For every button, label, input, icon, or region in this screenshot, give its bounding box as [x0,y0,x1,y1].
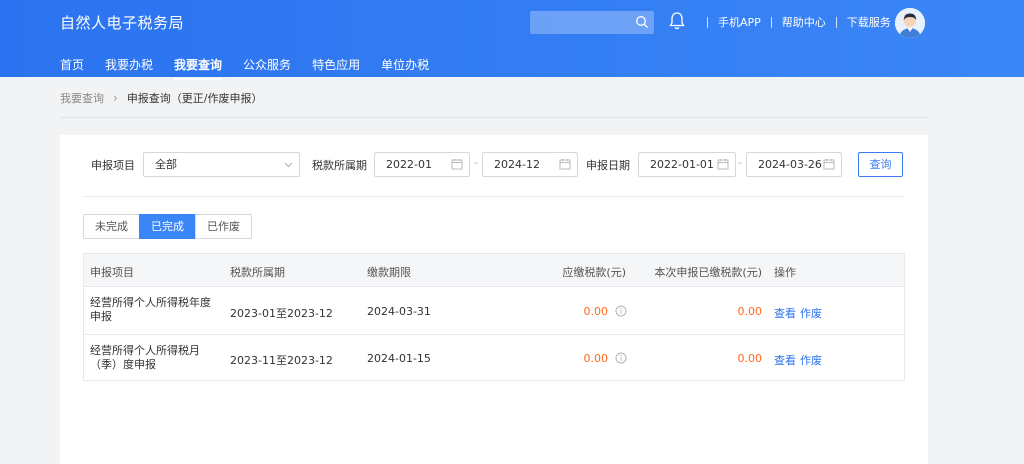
calendar-icon [823,159,835,170]
view-link[interactable]: 查看 [774,352,796,368]
void-link[interactable]: 作废 [800,305,822,321]
divider [835,16,837,28]
table-row: 经营所得个人所得税月（季）度申报 2023-11至2023-12 2024-01… [84,335,904,382]
divider [60,117,928,118]
date-filter-label: 申报日期 [586,159,630,172]
tab-incomplete[interactable]: 未完成 [83,214,140,239]
col-tax-due: 应缴税款(元) [562,266,626,279]
divider [770,16,772,28]
calendar-icon [451,159,463,170]
row-item: 经营所得个人所得税月（季）度申报 [90,344,200,371]
period-start-input[interactable]: 2022-01 [374,152,470,177]
tab-completed[interactable]: 已完成 [139,214,196,239]
row-deadline: 2024-03-31 [367,305,431,318]
mobile-app-link[interactable]: 手机APP [718,14,761,30]
calendar-icon [559,159,571,170]
period-filter-label: 税款所属期 [312,159,367,172]
col-period: 税款所属期 [230,266,285,279]
divider [707,16,708,28]
search-input[interactable] [530,11,654,34]
row-period: 2023-01至2023-12 [230,307,333,320]
row-deadline: 2024-01-15 [367,352,431,365]
info-icon[interactable] [615,352,627,364]
date-start-value: 2022-01-01 [650,158,714,171]
date-start-input[interactable]: 2022-01-01 [638,152,736,177]
declaration-table: 申报项目 税款所属期 缴款期限 应缴税款(元) 本次申报已缴税款(元) 操作 经… [83,253,905,381]
top-header: 自然人电子税务局 手机APP 帮助中心 下载服务 首页 我要办税 我要查询 公众… [0,0,1024,80]
period-end-value: 2024-12 [494,158,540,171]
range-separator: - [738,156,742,169]
bell-icon[interactable] [668,11,686,31]
nav-tax-handling[interactable]: 我要办税 [105,56,153,77]
help-center-link[interactable]: 帮助中心 [782,14,826,30]
calendar-icon [717,159,729,170]
info-icon[interactable] [615,305,627,317]
breadcrumb: 我要查询 › 申报查询（更正/作废申报） [60,90,263,106]
breadcrumb-parent[interactable]: 我要查询 [60,90,104,106]
nav-public-service[interactable]: 公众服务 [243,56,291,77]
view-link[interactable]: 查看 [774,305,796,321]
void-link[interactable]: 作废 [800,352,822,368]
tab-voided[interactable]: 已作废 [195,214,252,239]
row-tax-due: 0.00 [583,305,609,318]
header-links: 手机APP 帮助中心 下载服务 [697,14,891,30]
col-tax-paid: 本次申报已缴税款(元) [654,266,762,279]
table-header: 申报项目 税款所属期 缴款期限 应缴税款(元) 本次申报已缴税款(元) 操作 [84,254,904,287]
row-item: 经营所得个人所得税年度申报 [90,296,211,323]
row-tax-due: 0.00 [583,352,609,365]
site-title[interactable]: 自然人电子税务局 [60,12,184,33]
avatar-icon [895,8,925,38]
period-start-value: 2022-01 [386,158,432,171]
row-period: 2023-11至2023-12 [230,354,333,367]
chevron-right-icon: › [113,91,118,105]
breadcrumb-current: 申报查询（更正/作废申报） [126,92,263,105]
item-filter-label: 申报项目 [91,159,135,172]
item-select-value: 全部 [155,158,177,171]
nav-featured-apps[interactable]: 特色应用 [312,56,360,77]
col-actions: 操作 [774,266,796,279]
divider [83,196,905,197]
table-row: 经营所得个人所得税年度申报 2023-01至2023-12 2024-03-31… [84,288,904,335]
col-item: 申报项目 [90,266,134,279]
row-tax-paid: 0.00 [737,352,763,365]
col-deadline: 缴款期限 [367,266,411,279]
nav-home[interactable]: 首页 [60,56,84,77]
range-separator: - [474,156,478,169]
nav-company-tax[interactable]: 单位办税 [381,56,429,77]
nav-query[interactable]: 我要查询 [174,56,223,80]
row-tax-paid: 0.00 [737,305,763,318]
query-button[interactable]: 查询 [858,152,903,177]
main-nav: 首页 我要办税 我要查询 公众服务 特色应用 单位办税 [60,56,450,80]
chevron-down-icon [284,162,293,168]
period-end-input[interactable]: 2024-12 [482,152,578,177]
search-icon[interactable] [635,15,649,29]
status-tabs: 未完成 已完成 已作废 [83,214,252,239]
user-avatar[interactable] [895,8,925,38]
date-end-value: 2024-03-26 [758,158,822,171]
item-select[interactable]: 全部 [143,152,300,177]
date-end-input[interactable]: 2024-03-26 [746,152,842,177]
download-service-link[interactable]: 下载服务 [847,14,891,30]
